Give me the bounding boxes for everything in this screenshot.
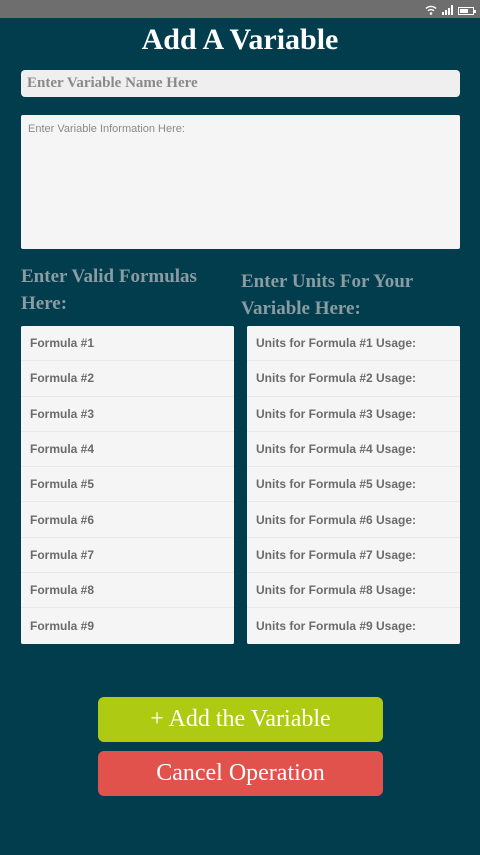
formula-list: [21, 326, 234, 644]
page-title: Add A Variable: [141, 23, 339, 56]
units-heading: Enter Units For Your Variable Here:: [241, 271, 413, 319]
wifi-icon: [425, 5, 437, 15]
variable-information-textarea[interactable]: [21, 115, 460, 249]
units-input-3[interactable]: [247, 396, 460, 432]
formula-input-4[interactable]: [21, 431, 234, 468]
formula-input-7[interactable]: [21, 537, 234, 574]
units-input-1[interactable]: [247, 326, 460, 362]
formula-input-5[interactable]: [21, 467, 234, 503]
formula-input-9[interactable]: [21, 608, 234, 644]
units-input-7[interactable]: [247, 537, 460, 574]
units-input-4[interactable]: [247, 431, 460, 468]
formula-input-8[interactable]: [21, 573, 234, 609]
formula-input-6[interactable]: [21, 502, 234, 538]
formula-input-2[interactable]: [21, 361, 234, 397]
battery-icon: [458, 7, 476, 15]
units-input-6[interactable]: [247, 502, 460, 538]
cancel-operation-button[interactable]: Cancel Operation: [98, 751, 383, 796]
units-input-8[interactable]: [247, 573, 460, 609]
formula-input-3[interactable]: [21, 396, 234, 432]
units-input-5[interactable]: [247, 467, 460, 503]
add-variable-button[interactable]: + Add the Variable: [98, 697, 383, 742]
units-input-9[interactable]: [247, 608, 460, 644]
units-input-2[interactable]: [247, 361, 460, 397]
signal-strength-icon: [442, 5, 453, 15]
variable-name-input[interactable]: [21, 70, 460, 97]
formulas-heading: Enter Valid Formulas Here:: [21, 266, 197, 314]
status-icons: [425, 3, 476, 15]
units-list: [247, 326, 460, 644]
formula-input-1[interactable]: [21, 326, 234, 362]
status-bar: [0, 0, 480, 18]
